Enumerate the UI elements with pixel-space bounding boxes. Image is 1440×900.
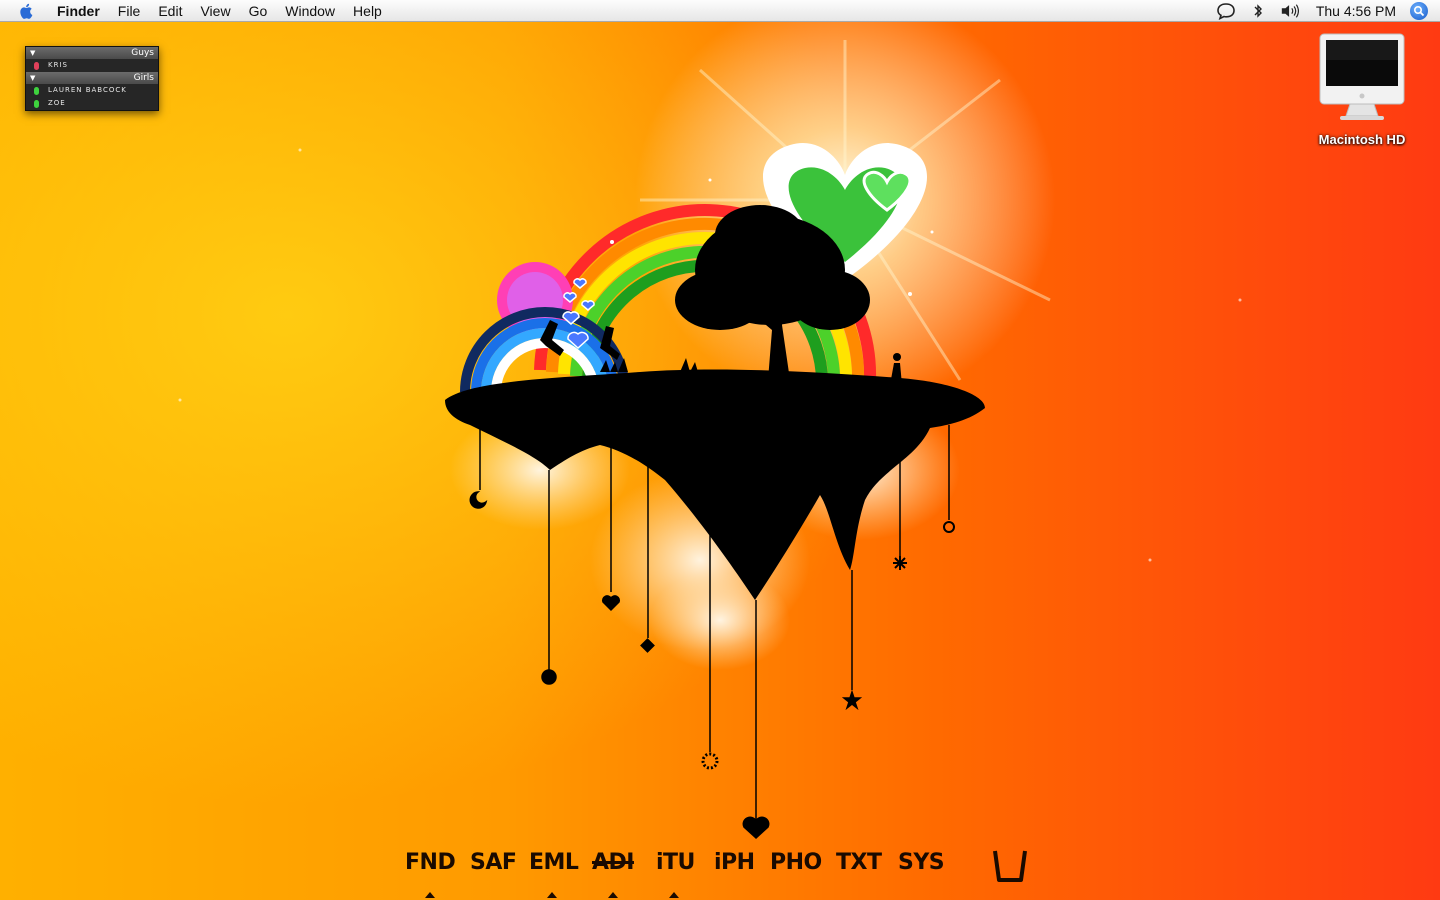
disclosure-triangle-icon[interactable]: ▼ [30, 72, 35, 84]
apple-logo-icon[interactable] [18, 2, 36, 20]
heart-glow [635, 0, 1055, 410]
floating-island [445, 205, 985, 600]
desktop-drive[interactable]: Macintosh HD [1312, 32, 1412, 147]
menu-file[interactable]: File [109, 0, 150, 22]
running-indicator-icon [608, 892, 618, 898]
dock-item-email[interactable]: EML [529, 850, 579, 875]
clouds [450, 400, 960, 670]
dock-item-finder[interactable]: FND [405, 850, 456, 875]
volume-icon[interactable] [1280, 2, 1300, 20]
drive-label[interactable]: Macintosh HD [1312, 132, 1412, 147]
buddy-item[interactable]: ZOE [26, 97, 158, 110]
buddy-item[interactable]: LAUREN BABCOCK [26, 84, 158, 97]
status-dot-icon [34, 86, 39, 95]
buddy-group-name: Guys [131, 48, 154, 58]
dock-item-itunes[interactable]: iTU [656, 850, 695, 875]
light-rays [640, 40, 1051, 381]
small-rainbow [460, 307, 630, 393]
buddy-group-name: Girls [133, 73, 154, 83]
spotlight-search-icon[interactable] [1410, 1, 1428, 20]
imac-drive-icon[interactable] [1316, 32, 1408, 124]
menu-app-finder[interactable]: Finder [49, 0, 109, 22]
wallpaper-artwork [178, 0, 1242, 840]
menu-view[interactable]: View [191, 0, 239, 22]
dock-item-safari[interactable]: SAF [470, 850, 517, 875]
buddy-name: ZOE [48, 99, 66, 107]
running-indicator-icon [669, 892, 679, 898]
status-dot-icon [34, 61, 39, 70]
buddy-list-widget[interactable]: ▼ Guys KRIS ▼ Girls LAUREN BABCOCK ZOE [25, 46, 159, 111]
disclosure-triangle-icon[interactable]: ▼ [30, 47, 35, 59]
bluetooth-icon[interactable] [1248, 2, 1268, 20]
blue-hearts [562, 278, 595, 350]
sparkles [178, 148, 1242, 562]
buddy-group-header[interactable]: ▼ Guys [26, 47, 158, 59]
trash-icon[interactable] [990, 848, 1030, 884]
dock-item-system[interactable]: SYS [898, 850, 945, 875]
running-indicator-icon [425, 892, 435, 898]
buddy-name: KRIS [48, 61, 68, 69]
menu-clock[interactable]: Thu 4:56 PM [1316, 3, 1396, 19]
menu-edit[interactable]: Edit [149, 0, 191, 22]
menu-bar: Finder File Edit View Go Window Help Thu… [0, 0, 1440, 22]
buddy-group-header[interactable]: ▼ Girls [26, 72, 158, 84]
heart-graphic [762, 143, 928, 280]
status-dot-icon [34, 99, 39, 108]
dock-item-photo[interactable]: PHO [770, 850, 822, 875]
dock: FND SAF EML ADI iTU iPH PHO TXT SYS [0, 846, 1440, 900]
buddy-item[interactable]: KRIS [26, 59, 158, 72]
menu-help[interactable]: Help [344, 0, 391, 22]
speech-bubble-icon[interactable] [1216, 2, 1236, 20]
menu-go[interactable]: Go [240, 0, 277, 22]
buddy-name: LAUREN BABCOCK [48, 86, 127, 94]
dock-item-text[interactable]: TXT [836, 850, 882, 875]
running-indicator-icon [547, 892, 557, 898]
menu-window[interactable]: Window [276, 0, 344, 22]
dock-item-adi[interactable]: ADI [592, 850, 634, 875]
dock-item-iphoto[interactable]: iPH [714, 850, 755, 875]
menu-extras: Thu 4:56 PM [1210, 0, 1440, 22]
hanging-ornaments [469, 420, 955, 840]
rainbow [534, 203, 877, 389]
